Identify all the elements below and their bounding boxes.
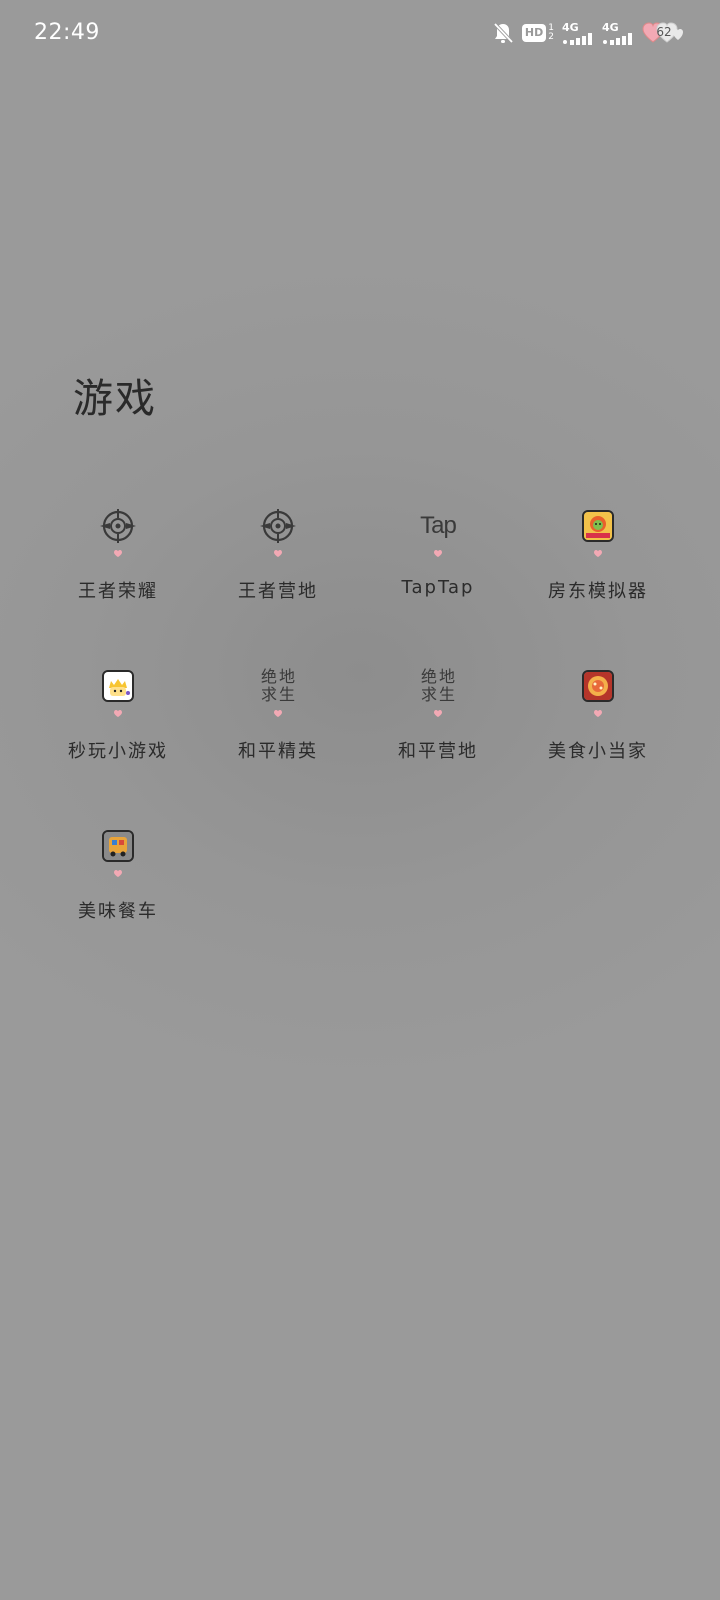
status-bar: 22:49 HD 1 2 4G 4G 62 bbox=[0, 0, 720, 68]
logo-char: 绝 bbox=[260, 667, 277, 686]
pubg-logo-text: 绝 地 求 生 bbox=[420, 668, 456, 704]
app-label: 房东模拟器 bbox=[548, 581, 648, 602]
status-time: 22:49 bbox=[34, 20, 100, 45]
food-truck-thumbnail bbox=[96, 824, 140, 868]
app-peacekeeper-elite[interactable]: 绝 地 求 生 和平精英 bbox=[198, 654, 358, 814]
status-icons: HD 1 2 4G 4G 62 bbox=[492, 18, 686, 48]
heart-dot-icon bbox=[114, 870, 122, 877]
app-label: TapTap bbox=[401, 577, 475, 598]
pubg-logo-icon: 绝 地 求 生 bbox=[416, 664, 460, 708]
app-honor-of-kings[interactable]: 王者荣耀 bbox=[38, 494, 198, 654]
mini-game-thumbnail bbox=[96, 664, 140, 708]
heart-dot-icon bbox=[594, 550, 602, 557]
battery-level: 62 bbox=[656, 25, 672, 39]
crosshair-logo-icon bbox=[256, 504, 300, 548]
bell-off-icon bbox=[492, 21, 514, 45]
app-honor-of-kings-camp[interactable]: 王者营地 bbox=[198, 494, 358, 654]
heart-dot-icon bbox=[114, 710, 122, 717]
heart-dot-icon bbox=[434, 550, 442, 557]
logo-char: 求 bbox=[420, 685, 437, 704]
logo-char: 求 bbox=[260, 685, 277, 704]
app-tasty-food-truck[interactable]: 美味餐车 bbox=[38, 814, 198, 974]
app-label: 王者营地 bbox=[238, 581, 318, 602]
logo-char: 地 bbox=[278, 667, 295, 686]
signal-1-label: 4G bbox=[562, 20, 579, 34]
hd-sub: 1 2 bbox=[548, 24, 554, 42]
logo-char: 生 bbox=[438, 685, 455, 704]
taptap-logo-text: Tap bbox=[420, 512, 457, 539]
app-landlord-simulator[interactable]: 房东模拟器 bbox=[518, 494, 678, 654]
heart-dot-icon bbox=[434, 710, 442, 717]
signal-bars-icon bbox=[603, 32, 632, 45]
pubg-logo-icon: 绝 地 求 生 bbox=[256, 664, 300, 708]
folder-title: 游戏 bbox=[73, 376, 157, 422]
taptap-logo-icon: Tap bbox=[416, 504, 460, 548]
logo-char: 生 bbox=[278, 685, 295, 704]
app-label: 美食小当家 bbox=[548, 741, 648, 762]
hd-label: HD bbox=[521, 24, 547, 42]
hd-icon: HD 1 2 bbox=[521, 24, 554, 42]
app-instant-mini-games[interactable]: 秒玩小游戏 bbox=[38, 654, 198, 814]
hd-sub-bottom: 2 bbox=[548, 32, 554, 42]
landlord-game-thumbnail bbox=[576, 504, 620, 548]
app-label: 美味餐车 bbox=[78, 901, 158, 922]
battery-heart-icon: 62 bbox=[642, 22, 686, 44]
crosshair-logo-icon bbox=[96, 504, 140, 548]
app-food-master[interactable]: 美食小当家 bbox=[518, 654, 678, 814]
logo-char: 地 bbox=[438, 667, 455, 686]
app-label: 和平精英 bbox=[238, 741, 318, 762]
heart-dot-icon bbox=[274, 710, 282, 717]
heart-dot-icon bbox=[594, 710, 602, 717]
app-label: 秒玩小游戏 bbox=[68, 741, 168, 762]
pubg-logo-text: 绝 地 求 生 bbox=[260, 668, 296, 704]
app-peacekeeper-camp[interactable]: 绝 地 求 生 和平营地 bbox=[358, 654, 518, 814]
signal-bars-icon bbox=[563, 32, 592, 45]
signal-2-label: 4G bbox=[602, 20, 619, 34]
food-game-thumbnail bbox=[576, 664, 620, 708]
heart-dot-icon bbox=[274, 550, 282, 557]
app-label: 王者荣耀 bbox=[78, 581, 158, 602]
signal-icon-2: 4G bbox=[602, 22, 634, 45]
logo-char: 绝 bbox=[420, 667, 437, 686]
app-label: 和平营地 bbox=[398, 741, 478, 762]
app-taptap[interactable]: Tap TapTap bbox=[358, 494, 518, 654]
signal-icon-1: 4G bbox=[562, 22, 594, 45]
app-grid: 王者荣耀 王者营地 Tap TapTap 房东模拟器 秒玩小游戏 绝 地 求 生… bbox=[38, 494, 678, 974]
heart-dot-icon bbox=[114, 550, 122, 557]
